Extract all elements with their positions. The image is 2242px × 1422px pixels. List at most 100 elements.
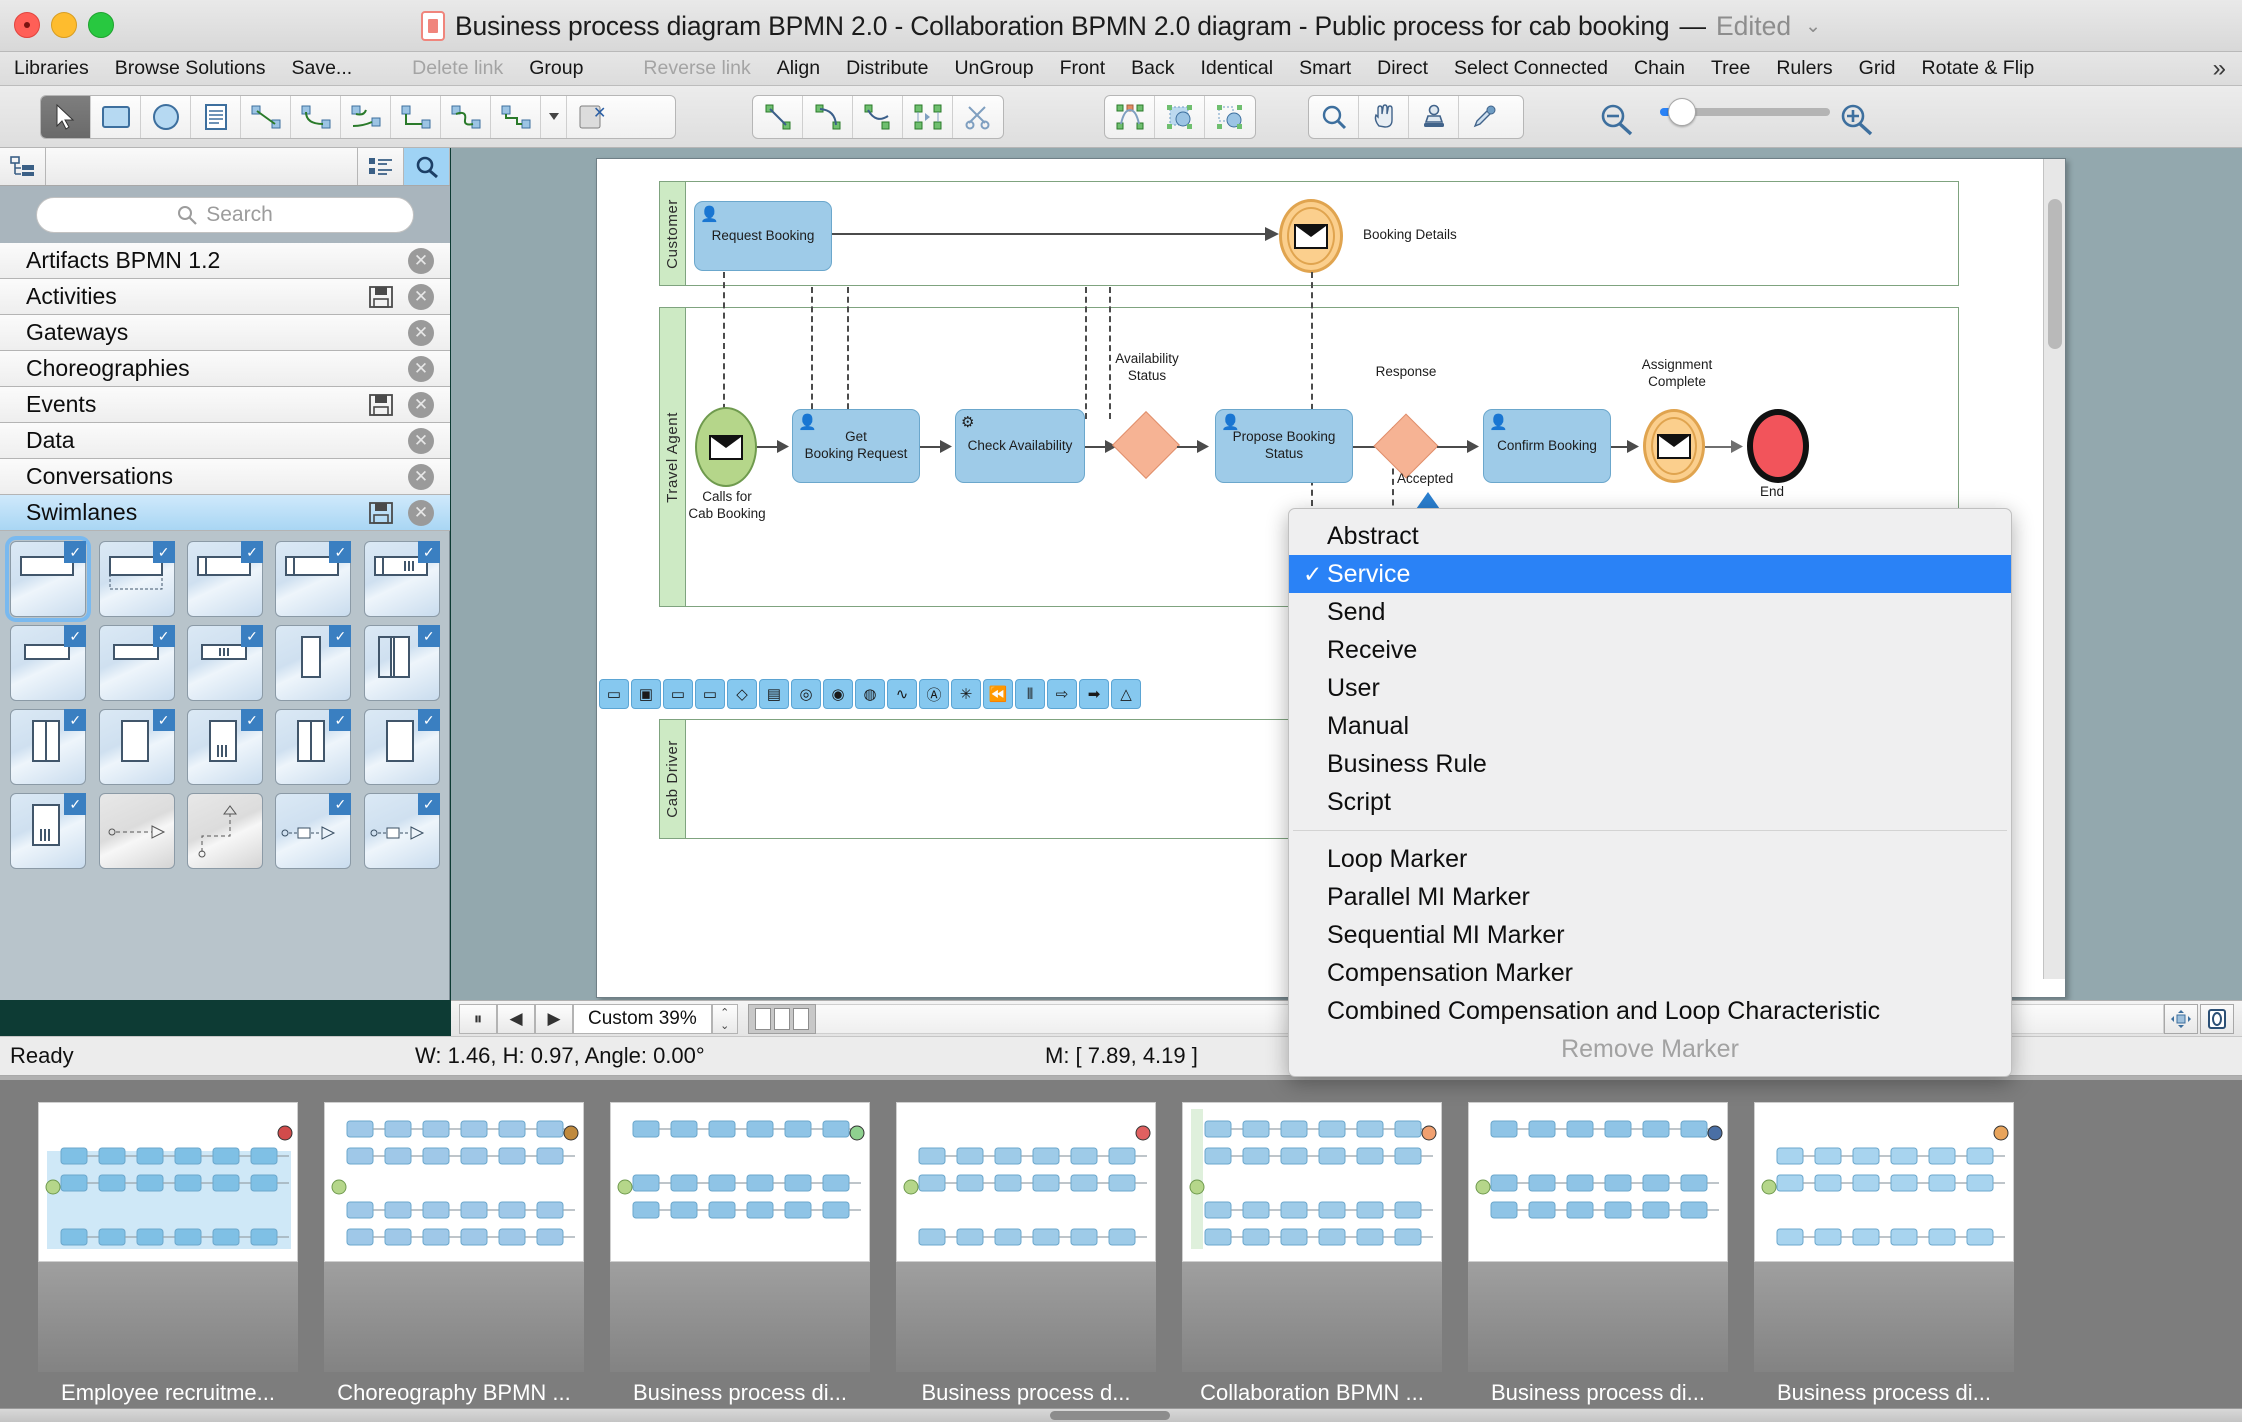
spline-segment-icon[interactable] (853, 96, 903, 138)
chevron-down-icon[interactable]: ⌄ (1805, 15, 1821, 38)
previous-page-button[interactable]: ◀ (497, 1004, 535, 1034)
page-orientation-icon[interactable] (2200, 1004, 2234, 1034)
menu-option-service[interactable]: ✓Service (1289, 555, 2011, 593)
edit-points-icon[interactable] (1105, 96, 1155, 138)
task-confirm-booking[interactable]: 👤 Confirm Booking (1483, 409, 1611, 483)
menu-item-chain[interactable]: Chain (1634, 57, 1685, 80)
hierarchy-view-icon[interactable] (0, 148, 46, 185)
shape-swatch-v-two[interactable]: ✓ (364, 625, 440, 701)
list-view-icon[interactable] (358, 148, 404, 185)
shape-swatch-elbow[interactable] (187, 793, 263, 869)
library-item-data[interactable]: Data ✕ (0, 423, 450, 459)
library-item-swimlanes[interactable]: Swimlanes ✕ (0, 495, 450, 531)
menu-option-loop-marker[interactable]: Loop Marker (1289, 840, 2011, 878)
search-view-icon[interactable] (404, 148, 450, 185)
pause-button[interactable]: ⏸ (459, 1004, 497, 1034)
event-calls-for-cab-booking[interactable] (695, 407, 757, 487)
thumbnail-item[interactable]: Collaboration BPMN ... (1182, 1102, 1442, 1406)
shape-swatch-h-left2[interactable]: ✓ (275, 541, 351, 617)
menu-overflow-icon[interactable]: » (2213, 55, 2226, 83)
menu-item-rotate-flip[interactable]: Rotate & Flip (1922, 57, 2035, 80)
transaction-icon[interactable]: ▭ (695, 679, 725, 709)
scrollbar-thumb[interactable] (1050, 1411, 1170, 1420)
conditional-event-icon[interactable]: Ⓐ (919, 679, 949, 709)
timer-event-icon[interactable]: ◍ (855, 679, 885, 709)
menu-option-manual[interactable]: Manual (1289, 707, 2011, 745)
line-segment-icon[interactable] (753, 96, 803, 138)
tree-connector-icon[interactable] (341, 96, 391, 138)
close-icon[interactable]: ✕ (408, 464, 434, 490)
library-item-activities[interactable]: Activities ✕ (0, 279, 450, 315)
signal-event-icon[interactable]: ∿ (887, 679, 917, 709)
scissors-icon[interactable] (953, 96, 1003, 138)
shape-swatch-v-tall2[interactable]: ✓ (187, 709, 263, 785)
task-request-booking[interactable]: 👤 Request Booking (694, 201, 832, 271)
menu-option-send[interactable]: Send (1289, 593, 2011, 631)
zoom-out-icon[interactable] (1598, 102, 1634, 136)
menu-option-receive[interactable]: Receive (1289, 631, 2011, 669)
shape-swatch-h-inner2[interactable]: ✓ (187, 625, 263, 701)
link-event-icon[interactable]: ⇨ (1047, 679, 1077, 709)
escalation-event-icon[interactable]: △ (1111, 679, 1141, 709)
shape-swatch-h-side[interactable]: ✓ (10, 625, 86, 701)
save-icon[interactable] (368, 394, 394, 416)
close-icon[interactable]: ✕ (408, 356, 434, 382)
shape-swatch-h-band[interactable]: ✓ (10, 541, 86, 617)
shape-swatch-link[interactable]: ✓ (275, 793, 351, 869)
event-assignment-complete[interactable] (1643, 409, 1705, 483)
library-item-events[interactable]: Events ✕ (0, 387, 450, 423)
menu-option-compensation-marker[interactable]: Compensation Marker (1289, 954, 2011, 992)
menu-item-front[interactable]: Front (1060, 57, 1106, 80)
zoom-in-icon[interactable] (1838, 102, 1874, 136)
thumbnail-item[interactable]: Employee recruitme... (38, 1102, 298, 1406)
page-thumbnails[interactable] (748, 1004, 816, 1034)
menu-option-parallel-mi-marker[interactable]: Parallel MI Marker (1289, 878, 2011, 916)
menu-option-combined-compensation-and-loop-characteristic[interactable]: Combined Compensation and Loop Character… (1289, 992, 2011, 1030)
menu-item-save[interactable]: Save... (291, 57, 352, 80)
menu-item-align[interactable]: Align (777, 57, 820, 80)
zoom-stepper[interactable]: ⌃⌄ (712, 1004, 738, 1034)
shape-swatch-v-tall[interactable]: ✓ (99, 709, 175, 785)
compensation-event-icon[interactable]: ⏪ (983, 679, 1013, 709)
message-event-icon[interactable]: ◉ (823, 679, 853, 709)
event-icon[interactable]: ◎ (791, 679, 821, 709)
close-icon[interactable]: ✕ (408, 320, 434, 346)
shape-swatch-h-left[interactable]: ✓ (187, 541, 263, 617)
menu-item-tree[interactable]: Tree (1711, 57, 1750, 80)
close-icon[interactable]: ✕ (408, 284, 434, 310)
pointer-tool-icon[interactable] (41, 96, 91, 138)
shape-swatch-v-single[interactable]: ✓ (364, 709, 440, 785)
ellipse-tool-icon[interactable] (141, 96, 191, 138)
zoom-slider-handle[interactable] (1668, 98, 1696, 126)
menu-item-group[interactable]: Group (529, 57, 583, 80)
stamp-tool-icon[interactable] (1409, 96, 1459, 138)
union-shapes-icon[interactable] (1155, 96, 1205, 138)
thumbnail-item[interactable]: Business process di... (1754, 1102, 2014, 1406)
menu-option-script[interactable]: Script (1289, 783, 2011, 821)
shape-swatch-v-lines[interactable]: ✓ (10, 793, 86, 869)
menu-item-smart[interactable]: Smart (1299, 57, 1351, 80)
straight-connector-icon[interactable] (241, 96, 291, 138)
menu-item-select-connected[interactable]: Select Connected (1454, 57, 1608, 80)
save-icon[interactable] (368, 286, 394, 308)
library-item-artifacts-bpmn-12[interactable]: Artifacts BPMN 1.2 ✕ (0, 243, 450, 279)
shape-swatch-h-left3[interactable]: ✓ (364, 541, 440, 617)
thumbnail-item[interactable]: Business process d... (896, 1102, 1156, 1406)
menu-item-ungroup[interactable]: UnGroup (954, 57, 1033, 80)
menu-item-browse-solutions[interactable]: Browse Solutions (115, 57, 266, 80)
event-end[interactable] (1747, 409, 1809, 483)
menu-item-libraries[interactable]: Libraries (14, 57, 89, 80)
rectangle-tool-icon[interactable] (91, 96, 141, 138)
menu-item-direct[interactable]: Direct (1377, 57, 1428, 80)
next-page-button[interactable]: ▶ (535, 1004, 573, 1034)
shape-swatch-h-bands[interactable]: ✓ (99, 541, 175, 617)
shape-swatch-v-one[interactable]: ✓ (275, 625, 351, 701)
shape-swatch-v-cols[interactable]: ✓ (10, 709, 86, 785)
thumbnail-item[interactable]: Business process di... (610, 1102, 870, 1406)
library-item-gateways[interactable]: Gateways ✕ (0, 315, 450, 351)
menu-option-sequential-mi-marker[interactable]: Sequential MI Marker (1289, 916, 2011, 954)
text-tool-icon[interactable] (191, 96, 241, 138)
shape-swatch-v-cols2[interactable]: ✓ (275, 709, 351, 785)
hand-tool-icon[interactable] (1359, 96, 1409, 138)
scrollbar-thumb[interactable] (2048, 199, 2062, 349)
